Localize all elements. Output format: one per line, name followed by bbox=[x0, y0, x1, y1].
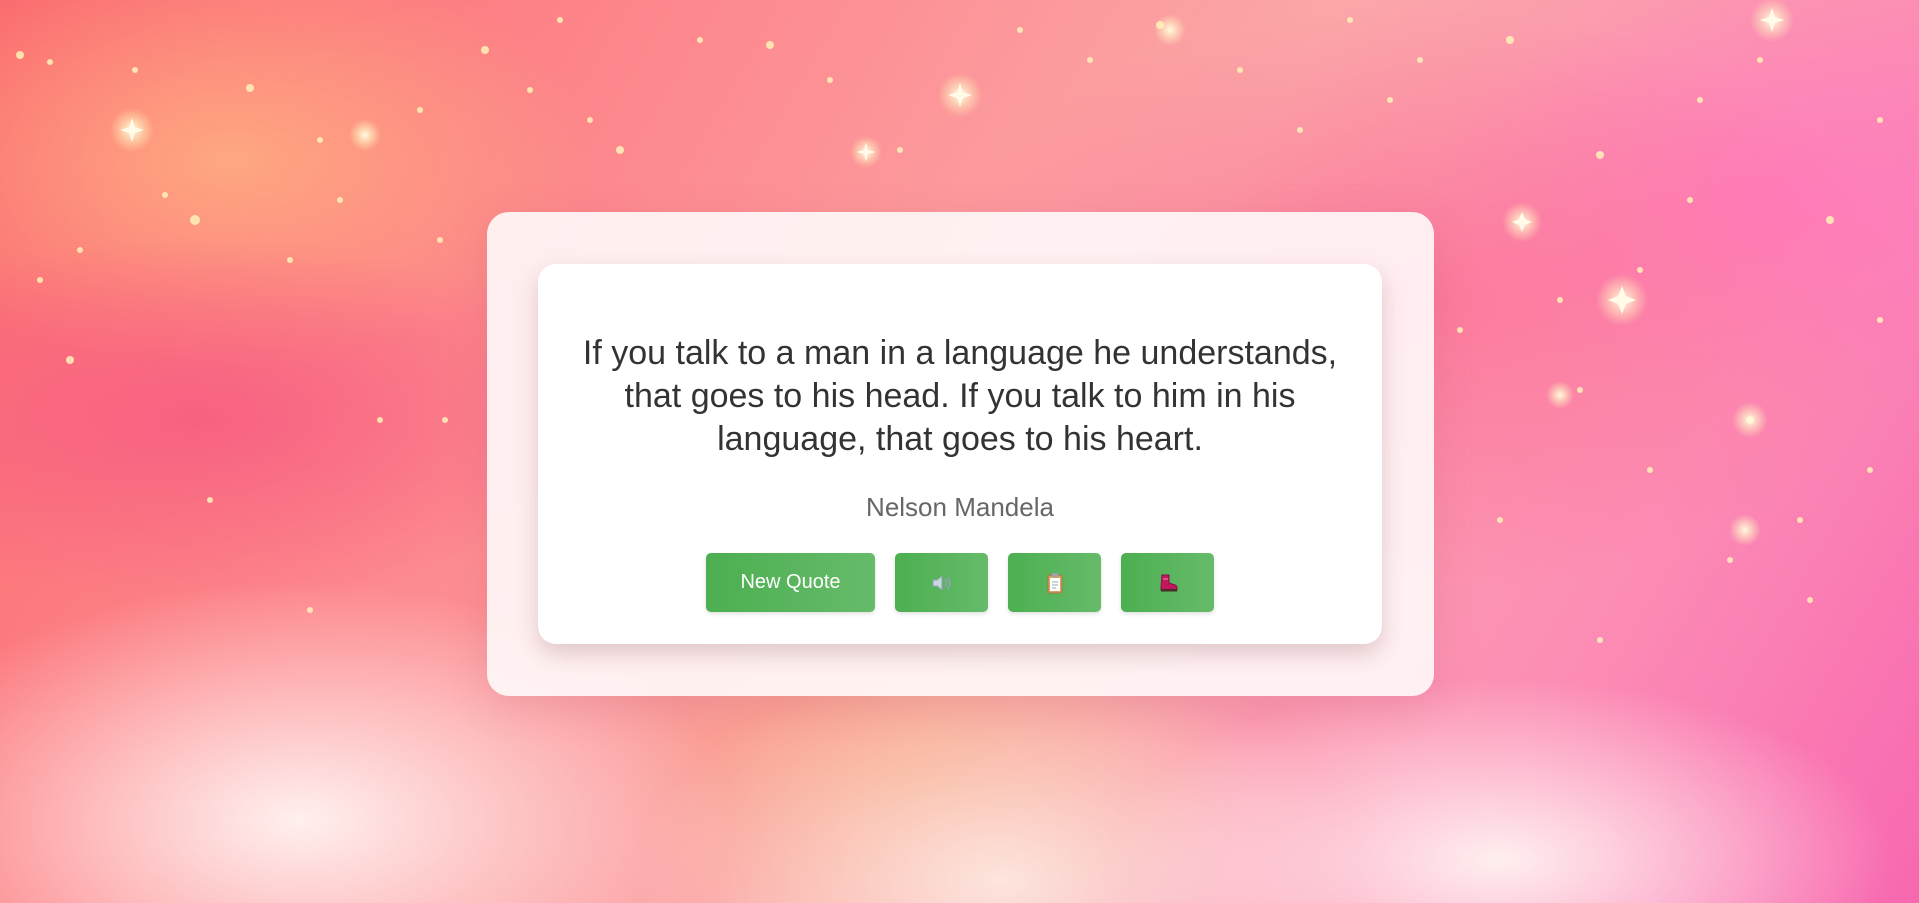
boot-icon bbox=[1158, 573, 1178, 593]
outer-frame: If you talk to a man in a language he un… bbox=[487, 212, 1434, 696]
button-row: New Quote bbox=[538, 553, 1382, 612]
clipboard-icon bbox=[1046, 572, 1064, 594]
speak-button[interactable] bbox=[895, 553, 988, 612]
quote-text: If you talk to a man in a language he un… bbox=[582, 334, 1338, 458]
copy-button[interactable] bbox=[1008, 553, 1101, 612]
quote-author: Nelson Mandela bbox=[866, 492, 1054, 522]
share-button[interactable] bbox=[1121, 553, 1214, 612]
quote-card: If you talk to a man in a language he un… bbox=[538, 264, 1382, 644]
speaker-icon bbox=[931, 574, 953, 592]
new-quote-button[interactable]: New Quote bbox=[706, 553, 875, 612]
